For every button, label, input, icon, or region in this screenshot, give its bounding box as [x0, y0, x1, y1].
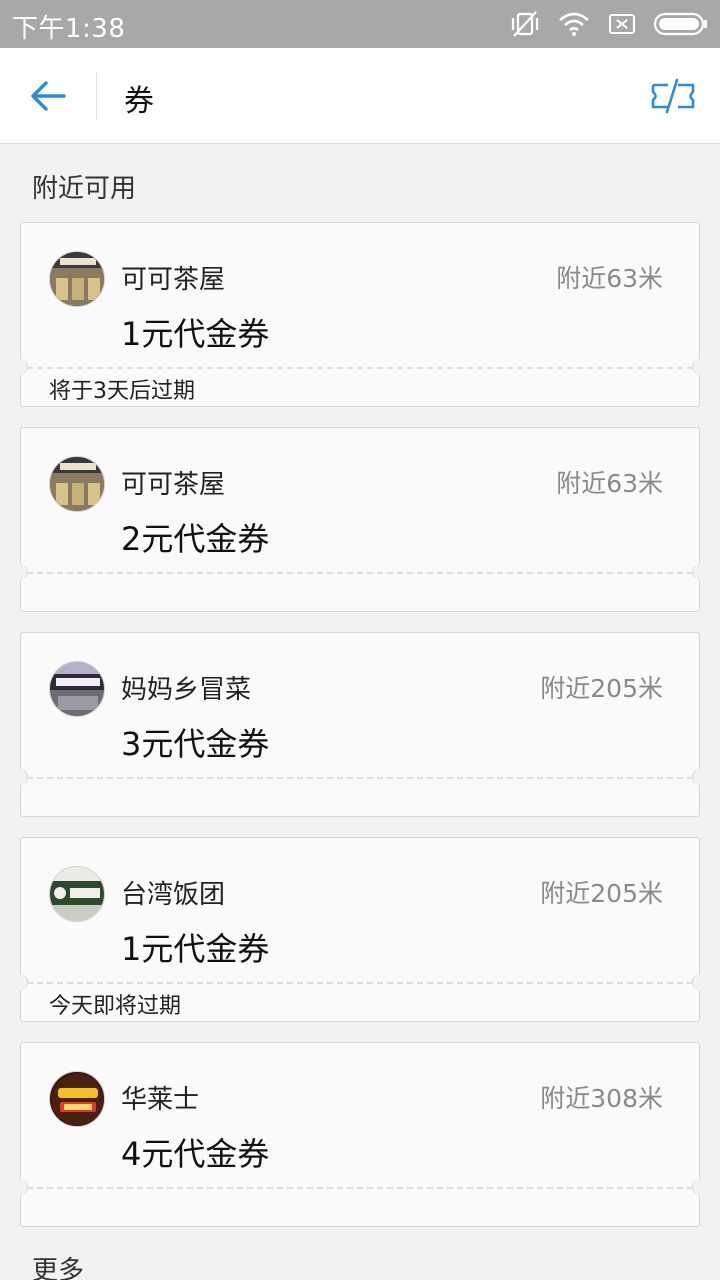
no-sim-icon [609, 14, 635, 34]
ticket-notch [692, 769, 700, 785]
shop-name: 可可茶屋 [121, 265, 226, 295]
ticket-notch [692, 359, 700, 375]
coupon-card[interactable]: 可可茶屋 附近63米 1元代金券 将于3天后过期 [20, 222, 700, 407]
ticket-divider [27, 572, 693, 574]
shop-distance: 附近63米 [556, 264, 663, 293]
arrow-left-icon[interactable] [26, 76, 70, 116]
coupon-amount: 3元代金券 [121, 725, 270, 763]
shop-avatar [49, 661, 105, 717]
shop-avatar [49, 251, 105, 307]
shop-name: 台湾饭团 [121, 880, 226, 910]
header-divider [96, 72, 97, 120]
coupon-amount: 1元代金券 [121, 315, 270, 353]
vibrate-off-icon [511, 11, 539, 37]
status-icons [510, 10, 708, 38]
more-link[interactable]: 更多 [32, 1250, 84, 1280]
status-bar: 下午1:38 [0, 0, 720, 48]
coupon-card[interactable]: 妈妈乡冒菜 附近205米 3元代金券 [20, 632, 700, 817]
shop-distance: 附近308米 [540, 1084, 663, 1113]
ticket-divider [27, 1187, 693, 1189]
coupon-amount: 2元代金券 [121, 520, 270, 558]
ticket-notch [692, 974, 700, 990]
shop-name: 妈妈乡冒菜 [121, 675, 252, 705]
edit-ticket-icon[interactable] [650, 76, 696, 116]
shop-distance: 附近205米 [540, 879, 663, 908]
section-title-nearby: 附近可用 [32, 174, 137, 204]
ticket-divider [27, 982, 693, 984]
shop-avatar [49, 456, 105, 512]
shop-name: 可可茶屋 [121, 470, 226, 500]
coupon-expiry: 将于3天后过期 [49, 379, 195, 404]
wifi-icon [559, 12, 589, 36]
coupon-card[interactable]: 台湾饭团 附近205米 1元代金券 今天即将过期 [20, 837, 700, 1022]
ticket-notch [692, 1179, 700, 1195]
shop-avatar [49, 866, 105, 922]
status-time: 下午1:38 [12, 14, 126, 44]
ticket-divider [27, 777, 693, 779]
ticket-notch [692, 564, 700, 580]
shop-avatar [49, 1071, 105, 1127]
page-title: 券 [124, 84, 154, 119]
ticket-divider [27, 367, 693, 369]
shop-name: 华莱士 [121, 1085, 200, 1115]
battery-icon [654, 12, 707, 36]
coupon-amount: 1元代金券 [121, 930, 270, 968]
app-bar: 券 [0, 48, 720, 144]
coupon-amount: 4元代金券 [121, 1135, 270, 1173]
shop-distance: 附近63米 [556, 469, 663, 498]
coupon-expiry: 今天即将过期 [49, 994, 182, 1019]
coupon-card[interactable]: 可可茶屋 附近63米 2元代金券 [20, 427, 700, 612]
shop-distance: 附近205米 [540, 674, 663, 703]
coupon-card[interactable]: 华莱士 附近308米 4元代金券 [20, 1042, 700, 1227]
